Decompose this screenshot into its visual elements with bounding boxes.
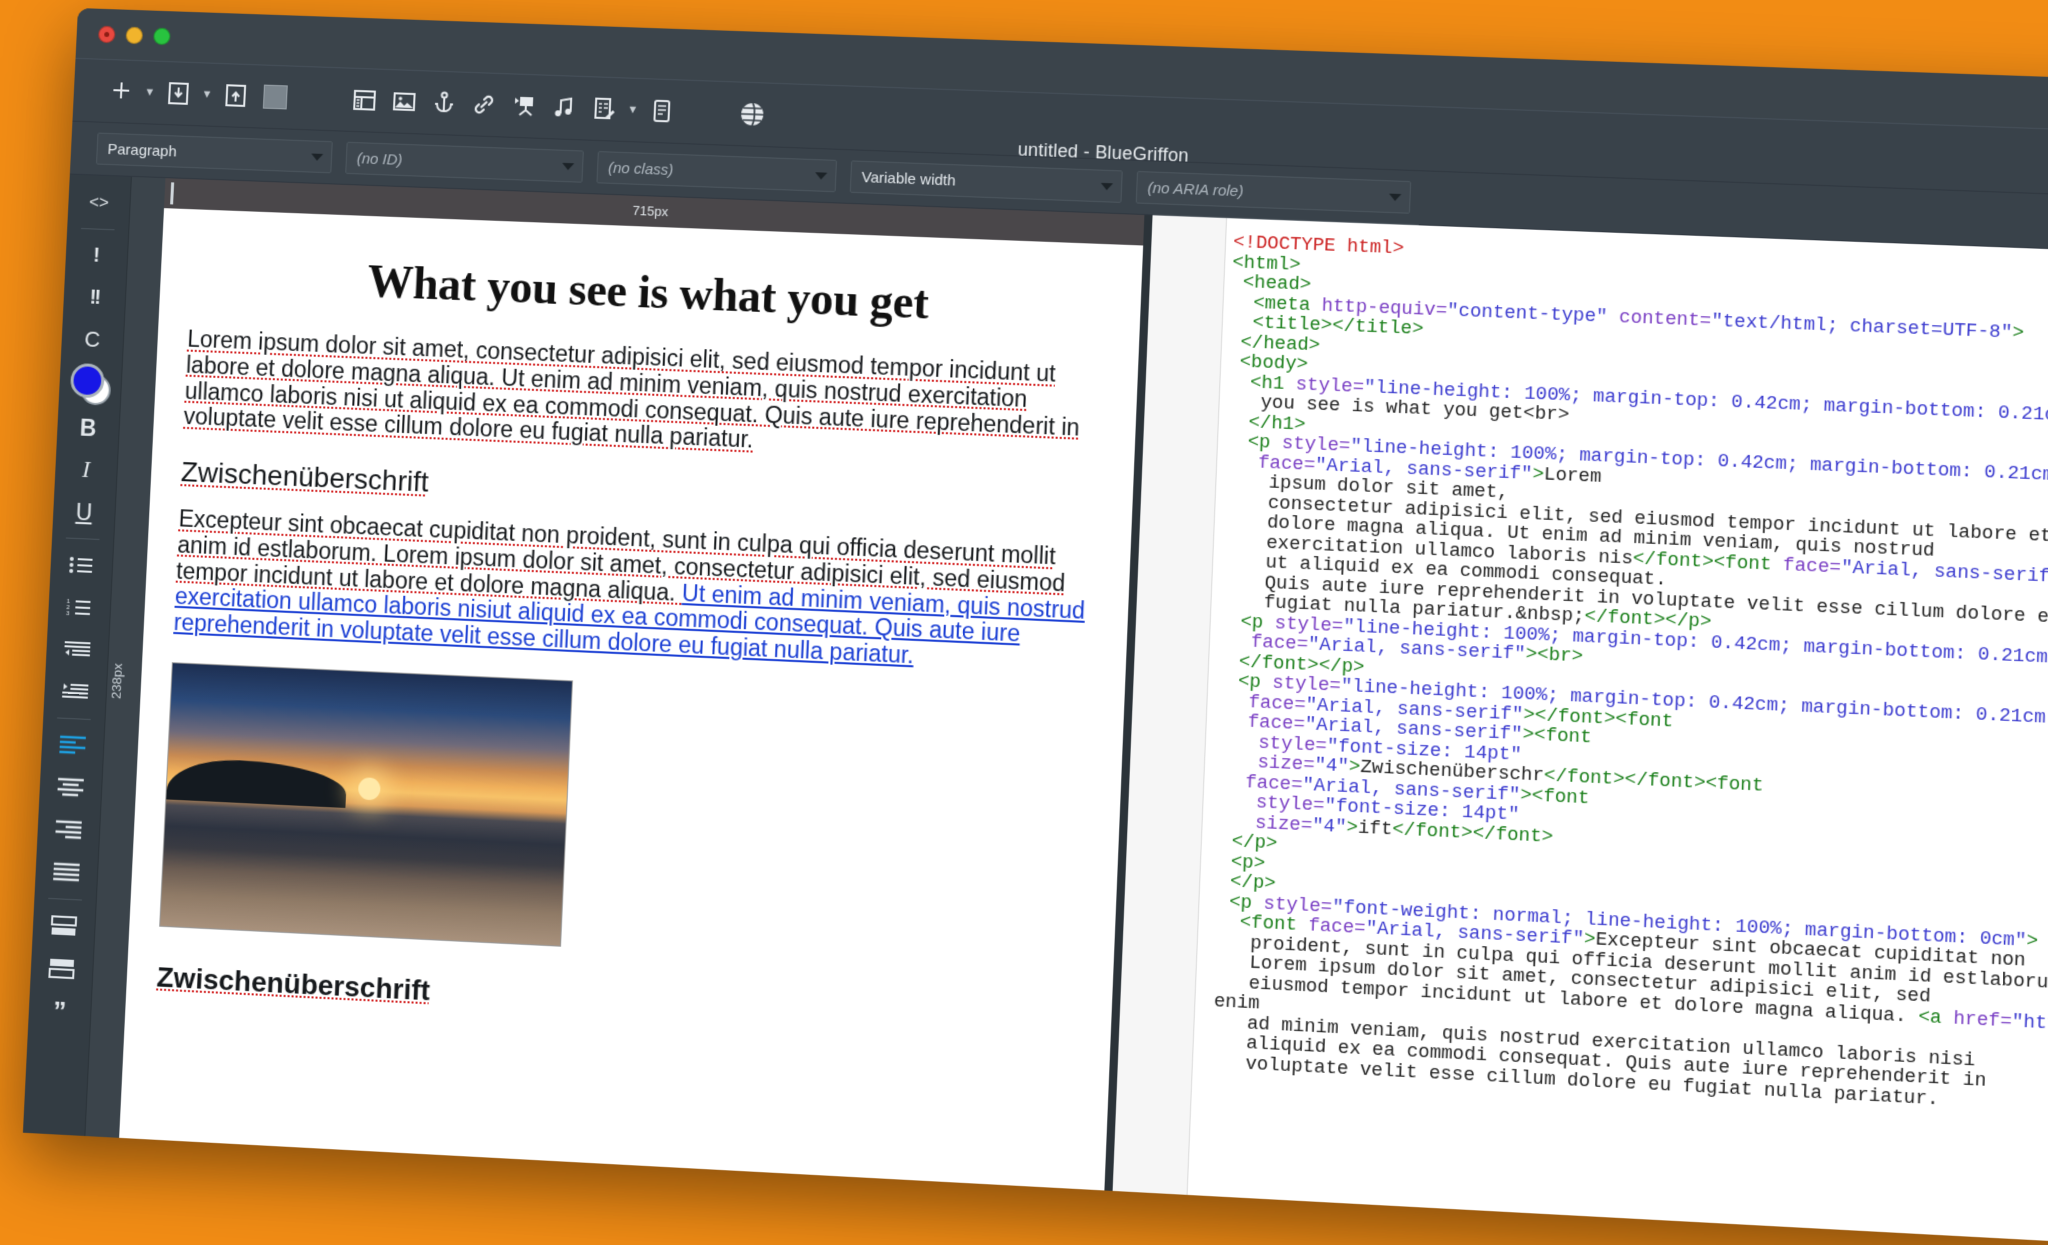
element-class-select[interactable]: (no class) bbox=[596, 151, 838, 193]
code-token: <font bbox=[1533, 724, 1593, 749]
document-image[interactable] bbox=[159, 661, 574, 947]
code-token: > bbox=[1519, 784, 1533, 807]
toolbar-separator-2 bbox=[682, 112, 732, 114]
italic-button[interactable]: I bbox=[62, 448, 109, 492]
rail-divider-2 bbox=[65, 537, 100, 540]
code-token: <p bbox=[1237, 670, 1273, 694]
insert-before-button[interactable] bbox=[40, 904, 88, 949]
svg-text:3: 3 bbox=[66, 611, 70, 617]
aria-role-value: (no ARIA role) bbox=[1147, 179, 1244, 200]
element-class-value: (no class) bbox=[607, 159, 674, 179]
bold-button[interactable]: B bbox=[64, 406, 111, 450]
bluegriffon-window: ▼ ▼ ▼ untitled - BlueGriffon Paragraph (… bbox=[22, 8, 2048, 1245]
element-id-value: (no ID) bbox=[356, 149, 403, 169]
element-width-select[interactable]: Variable width bbox=[849, 160, 1123, 203]
tree-silhouette bbox=[166, 757, 348, 808]
code-token: "4" bbox=[1311, 814, 1347, 838]
code-token: content= bbox=[1618, 306, 1712, 332]
code-token: face= bbox=[1782, 554, 1842, 579]
align-left-button[interactable] bbox=[49, 723, 97, 767]
underline-button[interactable]: U bbox=[60, 490, 107, 534]
document-subheading-2[interactable]: Zwischenüberschrift bbox=[156, 961, 1081, 1041]
document-canvas[interactable]: What you see is what you get Lorem ipsum… bbox=[116, 208, 1144, 1245]
rail-divider bbox=[80, 227, 115, 231]
code-token: ><br> bbox=[1525, 643, 1584, 668]
document-paragraph-2[interactable]: Excepteur sint obcaecat cupiditat non pr… bbox=[173, 505, 1100, 677]
indent-button[interactable] bbox=[51, 670, 99, 714]
horizontal-ruler-label: 715px bbox=[632, 202, 669, 220]
close-window-button[interactable] bbox=[97, 25, 116, 44]
source-code-pane[interactable]: 1234567891011121314151617181920212223242… bbox=[1101, 215, 2048, 1245]
code-token: > bbox=[1532, 463, 1545, 486]
code-token: enim bbox=[1213, 990, 1261, 1015]
color-picker-well[interactable] bbox=[66, 360, 114, 408]
block-format-select[interactable]: Paragraph bbox=[95, 132, 333, 174]
code-token: ift bbox=[1357, 816, 1393, 840]
numbered-list-button[interactable]: 123 bbox=[56, 585, 104, 629]
wysiwyg-pane: 238px 715px What you see is what you get… bbox=[82, 176, 1145, 1245]
document-heading[interactable]: What you see is what you get bbox=[189, 247, 1111, 337]
align-right-button[interactable] bbox=[45, 808, 93, 853]
heading-h1-button[interactable]: ! bbox=[73, 234, 120, 278]
chevron-down-icon bbox=[1388, 193, 1402, 202]
element-width-value: Variable width bbox=[861, 168, 957, 190]
code-token: > bbox=[2012, 321, 2025, 344]
chevron-down-icon bbox=[311, 153, 324, 161]
toolbar-separator bbox=[295, 98, 345, 100]
align-center-button[interactable] bbox=[47, 766, 95, 811]
rail-divider-3 bbox=[57, 717, 91, 721]
source-code-text[interactable]: <!DOCTYPE html> <html> <head> <meta http-eq… bbox=[1200, 232, 2048, 1120]
code-token: > bbox=[1346, 816, 1359, 839]
outdent-button[interactable] bbox=[53, 628, 101, 672]
bulleted-list-button[interactable] bbox=[58, 543, 105, 587]
code-token: <h1 bbox=[1249, 371, 1297, 395]
code-token: > bbox=[1348, 756, 1361, 779]
block-format-value: Paragraph bbox=[107, 140, 178, 160]
code-token: > bbox=[2026, 929, 2039, 953]
editor-area: 238px 715px What you see is what you get… bbox=[82, 176, 2048, 1245]
color-swatch-icon bbox=[262, 84, 288, 110]
source-view-toggle[interactable]: <> bbox=[75, 181, 122, 225]
vertical-ruler-label: 238px bbox=[108, 662, 126, 700]
code-token: <font bbox=[1713, 551, 1784, 576]
code-token: <font bbox=[1531, 784, 1590, 809]
chevron-down-icon bbox=[1100, 182, 1114, 191]
code-token: Lorem bbox=[1543, 463, 1602, 488]
desktop-stage: ▼ ▼ ▼ untitled - BlueGriffon Paragraph (… bbox=[0, 0, 2048, 1245]
minimize-window-button[interactable] bbox=[125, 26, 144, 45]
document-paragraph-1[interactable]: Lorem ipsum dolor sit amet, consectetur … bbox=[183, 325, 1108, 468]
code-token: <font bbox=[1705, 772, 1764, 797]
rail-divider-4 bbox=[48, 897, 82, 901]
clear-style-button[interactable]: C bbox=[69, 318, 116, 362]
sun-glow bbox=[357, 776, 381, 801]
insert-after-button[interactable] bbox=[38, 946, 86, 991]
code-token: <p bbox=[1228, 890, 1264, 915]
code-token: <p bbox=[1247, 431, 1283, 455]
chevron-down-icon bbox=[814, 172, 828, 180]
workspace: <> ! !! C B I U 123 ” 238px 715px What y… bbox=[22, 174, 2048, 1245]
aria-role-select[interactable]: (no ARIA role) bbox=[1135, 170, 1412, 214]
align-justify-button[interactable] bbox=[43, 850, 91, 895]
code-token: <a bbox=[1917, 1005, 1954, 1030]
element-id-select[interactable]: (no ID) bbox=[345, 141, 584, 183]
code-token: <p bbox=[1240, 610, 1276, 634]
code-token: <font bbox=[1615, 707, 1674, 733]
code-token: > bbox=[1522, 723, 1535, 746]
window-controls bbox=[97, 25, 171, 46]
chevron-down-icon bbox=[561, 162, 575, 171]
blockquote-button[interactable]: ” bbox=[36, 988, 84, 1033]
heading-h2-button[interactable]: !! bbox=[71, 276, 118, 320]
zoom-window-button[interactable] bbox=[153, 27, 171, 46]
code-token: href= bbox=[1952, 1007, 2013, 1033]
